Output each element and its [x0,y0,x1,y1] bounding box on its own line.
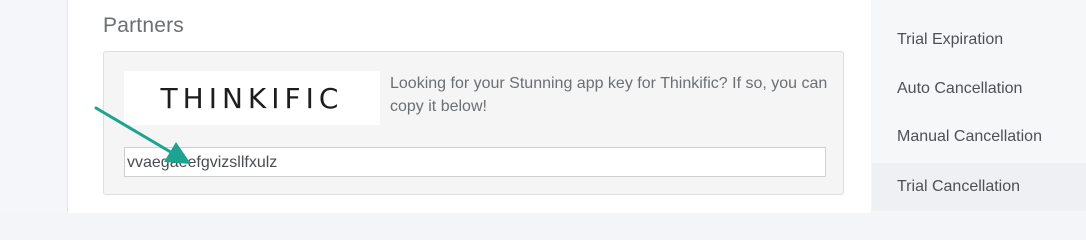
main-content: Partners THINKIFIC Looking for your Stun… [68,0,871,213]
app-key-input[interactable] [124,147,826,177]
sidebar: Trial Expiration Auto Cancellation Manua… [872,0,1086,213]
sidebar-item-trial-cancellation[interactable]: Trial Cancellation [872,163,1086,211]
page: Partners THINKIFIC Looking for your Stun… [0,0,1086,213]
pointer-arrow-icon [94,106,191,164]
sidebar-item-label: Trial Expiration [897,31,1004,48]
section-title: Partners [103,14,184,37]
sidebar-item-auto-cancellation[interactable]: Auto Cancellation [872,65,1086,113]
partner-card: THINKIFIC Looking for your Stunning app … [103,51,844,195]
sidebar-item-label: Auto Cancellation [897,80,1023,97]
sidebar-item-label: Manual Cancellation [897,128,1042,145]
sidebar-item-trial-expiration[interactable]: Trial Expiration [872,16,1086,64]
sidebar-item-label: Trial Cancellation [897,178,1021,195]
left-gutter [0,0,68,213]
partner-description: Looking for your Stunning app key for Th… [390,75,828,115]
sidebar-item-manual-cancellation[interactable]: Manual Cancellation [872,113,1086,161]
